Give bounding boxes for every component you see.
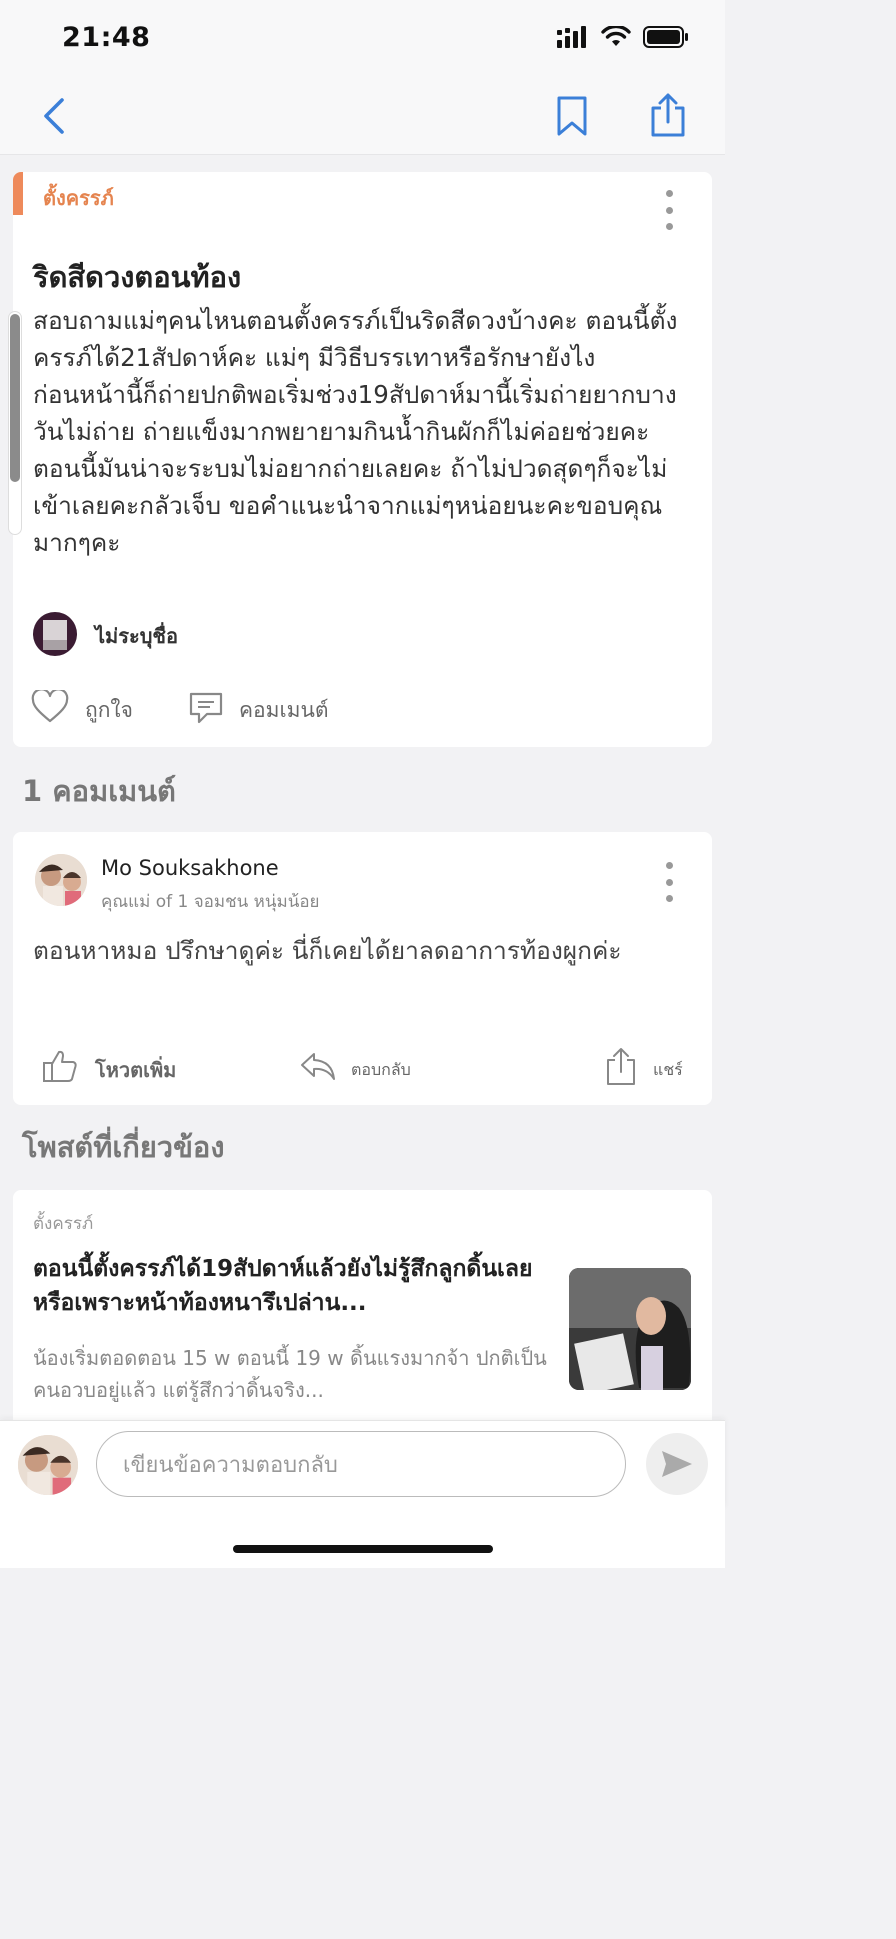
post-card: ตั้งครรภ์ ริดสีดวงตอนท้อง สอบถามแม่ๆคนไห… [13,172,712,747]
related-category-tag: ตั้งครรภ์ [33,1214,94,1234]
user-avatar[interactable] [18,1435,78,1495]
share-button[interactable]: แชร์ [653,1058,683,1083]
more-vertical-icon[interactable] [657,190,681,230]
nav-bar [0,78,725,155]
comment-button[interactable]: คอมเมนต์ [239,694,329,727]
send-button[interactable] [646,1433,708,1495]
related-heading: โพสต์ที่เกี่ยวข้อง [22,1130,225,1164]
send-icon [662,1451,692,1477]
vote-button[interactable]: โหวตเพิ่ม [95,1054,176,1086]
status-icons [557,26,689,48]
related-title[interactable]: ตอนนี้ตั้งครรภ์ได้19สัปดาห์แล้วยังไม่รู้… [33,1252,548,1320]
wifi-icon [601,26,631,46]
reply-bar: เขียนข้อความตอบกลับ [0,1420,725,1509]
post-body: สอบถามแม่ๆคนไหนตอนตั้งครรภ์เป็นริดสีดวงบ… [33,306,678,557]
share-icon[interactable] [648,92,688,138]
reply-button[interactable]: ตอบกลับ [351,1058,411,1083]
related-thumbnail[interactable] [569,1268,691,1390]
comment-card: Mo Souksakhone คุณแม่ of 1 จอมชน หนุ่มน้… [13,832,712,1105]
like-button[interactable]: ถูกใจ [85,694,133,727]
bookmark-icon[interactable] [555,94,589,138]
status-time: 21:48 [62,22,151,53]
battery-icon [643,26,688,48]
heart-icon[interactable] [31,690,69,724]
author-avatar[interactable] [33,612,77,656]
comment-bubble-icon[interactable] [187,690,225,726]
post-title: ริดสีดวงตอนท้อง [33,260,242,294]
scroll-indicator[interactable] [9,312,21,534]
comments-heading: 1 คอมเมนต์ [22,774,176,808]
reply-input[interactable]: เขียนข้อความตอบกลับ [96,1431,626,1497]
related-excerpt: น้องเริ่มตอดตอน 15 w ตอนนี้ 19 w ดิ้นแรง… [33,1346,547,1402]
bottom-safe-area [0,1508,725,1568]
cellular-signal-icon [557,26,586,48]
avatar-photo [18,1435,78,1495]
reply-arrow-icon[interactable] [299,1050,337,1082]
post-category-tag[interactable]: ตั้งครรภ์ [43,182,114,214]
thumbs-up-icon[interactable] [41,1048,79,1084]
scroll-thumb[interactable] [10,314,20,482]
commenter-avatar[interactable] [35,854,87,906]
commenter-name[interactable]: Mo Souksakhone [101,856,279,880]
more-vertical-icon[interactable] [657,862,681,902]
comment-text: ตอนหาหมอ ปรึกษาดูค่ะ นี่ก็เคยได้ยาลดอากา… [33,936,622,965]
commenter-subtitle: คุณแม่ of 1 จอมชน หนุ่มน้อย [101,892,320,912]
home-indicator[interactable] [233,1545,493,1553]
related-post-card[interactable]: ตั้งครรภ์ ตอนนี้ตั้งครรภ์ได้19สัปดาห์แล้… [13,1190,712,1430]
post-category-accent [13,172,23,215]
avatar-photo [35,854,87,906]
share-icon[interactable] [605,1046,637,1086]
author-name[interactable]: ไม่ระบุชื่อ [95,620,178,652]
chevron-left-icon[interactable] [36,94,76,138]
status-bar: 21:48 [0,0,725,78]
thumbnail-photo [569,1268,691,1390]
